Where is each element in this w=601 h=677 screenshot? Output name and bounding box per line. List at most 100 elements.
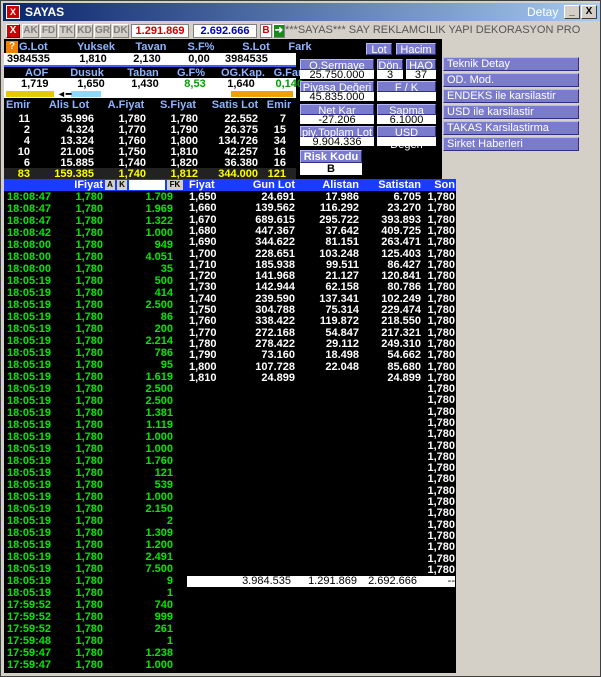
trade-lot: 2.500 [145,299,173,311]
price-cell: 295.722 [319,213,359,226]
trade-lot: 1.381 [145,407,173,419]
menu-sirket-haberleri[interactable]: Sirket Haberleri [443,137,579,151]
minimize-button[interactable]: _ [564,5,580,19]
pd-alistan-header[interactable]: Alistan [295,179,359,191]
tab-gr[interactable]: GR [94,24,111,38]
price-cell: 1,780 [427,349,455,362]
buy-volume-box: 2.692.666 [193,24,257,38]
trade-row: 18:05:19 1,780 2.214 [7,335,173,347]
trade-price: 1,780 [75,431,103,443]
son-cell: 1,780 [427,473,455,486]
fk-value [377,92,436,101]
trade-lot: 261 [154,623,173,635]
trade-price: 1,780 [75,311,103,323]
price-row: 1,810 24.899 24.899 1,780 [189,372,455,384]
help-icon[interactable]: ? [6,41,18,53]
trade-price: 1,780 [75,215,103,227]
trade-lot: 86 [160,311,173,323]
menu-od-mod[interactable]: OD. Mod. [443,73,579,87]
pd-gunlot-header[interactable]: Gun Lot [225,179,295,191]
sapma-value: 6.1000 [377,115,436,126]
arrow-right-icon[interactable]: ➜ [273,24,285,38]
trades-fiyat-header[interactable]: IFiyat [69,179,103,191]
price-cell: 1,730 [189,281,217,294]
order-book-header: Emir Alis Lot A.Fiyat S.Fiyat Satis Lot … [6,99,292,111]
trade-lot: 740 [154,599,173,611]
menu-teknik-detay[interactable]: Teknik Detay [443,57,579,71]
title-bar[interactable]: X SAYAS Detay _ X [3,3,600,21]
trade-lot: 949 [154,239,173,251]
risk-label: Risk Kodu [300,150,362,163]
hacim-button[interactable]: Hacim [396,43,436,56]
trade-price: 1,780 [75,443,103,455]
price-cell: 1,770 [189,326,217,339]
trade-row: 18:05:19 1,780 2 [7,515,173,527]
price-cell: 338.422 [255,315,295,328]
son-cell: 1,780 [427,450,455,463]
price-cell: 6.705 [393,191,421,203]
trade-row: 17:59:52 1,780 999 [7,611,173,623]
trade-row: 18:05:19 1,780 1.760 [7,455,173,467]
trade-time: 17:59:47 [7,659,52,671]
b-button[interactable]: B [260,24,272,38]
trade-price: 1,780 [75,647,103,659]
price-cell: 1,780 [427,281,455,294]
trade-lot: 539 [154,479,173,491]
price-cell: 249.310 [381,337,421,350]
price-cell: 1,780 [427,326,455,339]
trade-row: 18:05:19 1,780 121 [7,467,173,479]
price-cell: 217.321 [381,326,421,339]
trade-time: 18:08:00 [7,239,52,251]
trade-lot: 121 [154,467,173,479]
trade-price: 1,780 [75,479,103,491]
pd-son-header[interactable]: Son [421,179,455,191]
trade-price: 1,780 [75,527,103,539]
empty-area [456,179,600,673]
trade-price: 1,780 [75,203,103,215]
trade-row: 18:05:19 1,780 1.200 [7,539,173,551]
menu-usd[interactable]: USD ile karsilastir [443,105,579,119]
price-cell: 1,780 [427,360,455,373]
menu-endeks[interactable]: ENDEKS ile karsilastir [443,89,579,103]
price-row: 1,780 278.422 29.112 249.310 1,780 [189,338,455,350]
tab-fd[interactable]: FD [40,24,57,38]
trade-price: 1,780 [75,659,103,671]
fk-button[interactable]: FK [167,180,183,190]
trade-price: 1,780 [75,251,103,263]
menu-takas[interactable]: TAKAS Karsilastirma [443,121,579,135]
tab-kd[interactable]: KD [76,24,93,38]
trade-time: 18:05:19 [7,479,52,491]
trade-row: 18:05:19 1,780 9 [7,575,173,587]
price-cell: 21.127 [325,270,359,283]
trade-time: 18:05:19 [7,443,52,455]
trade-time: 18:05:19 [7,323,52,335]
k-button[interactable]: K [117,180,127,190]
trade-lot: 1.000 [145,659,173,671]
tab-dk[interactable]: DK [112,24,129,38]
a-button[interactable]: A [105,180,115,190]
risk-value: B [300,163,362,175]
trade-price: 1,780 [75,263,103,275]
trade-price: 1,780 [75,335,103,347]
trade-row: 18:05:19 1,780 500 [7,275,173,287]
afiyat-header: A.Fiyat [107,99,145,111]
trade-row: 18:05:19 1,780 1.119 [7,419,173,431]
price-cell: 1,780 [189,337,217,350]
trades-filter-input[interactable] [129,180,165,190]
close-button[interactable]: X [581,5,597,19]
price-cell: 278.422 [255,337,295,350]
close-panel-button[interactable]: X [6,24,20,38]
tab-ak[interactable]: AK [22,24,39,38]
trade-price: 1,780 [75,563,103,575]
pd-fiyat-header[interactable]: Fiyat [189,179,225,191]
trade-row: 18:05:19 1,780 200 [7,323,173,335]
lot-button[interactable]: Lot [366,43,392,56]
trade-time: 18:05:19 [7,359,52,371]
pd-satistan-header[interactable]: Satistan [359,179,421,191]
price-cell: 1,790 [189,349,217,362]
trade-time: 18:05:19 [7,455,52,467]
price-cell: 107.728 [255,360,295,373]
sf-value: 0,00 [188,53,210,65]
tab-tk[interactable]: TK [58,24,75,38]
trade-time: 18:08:47 [7,191,52,203]
